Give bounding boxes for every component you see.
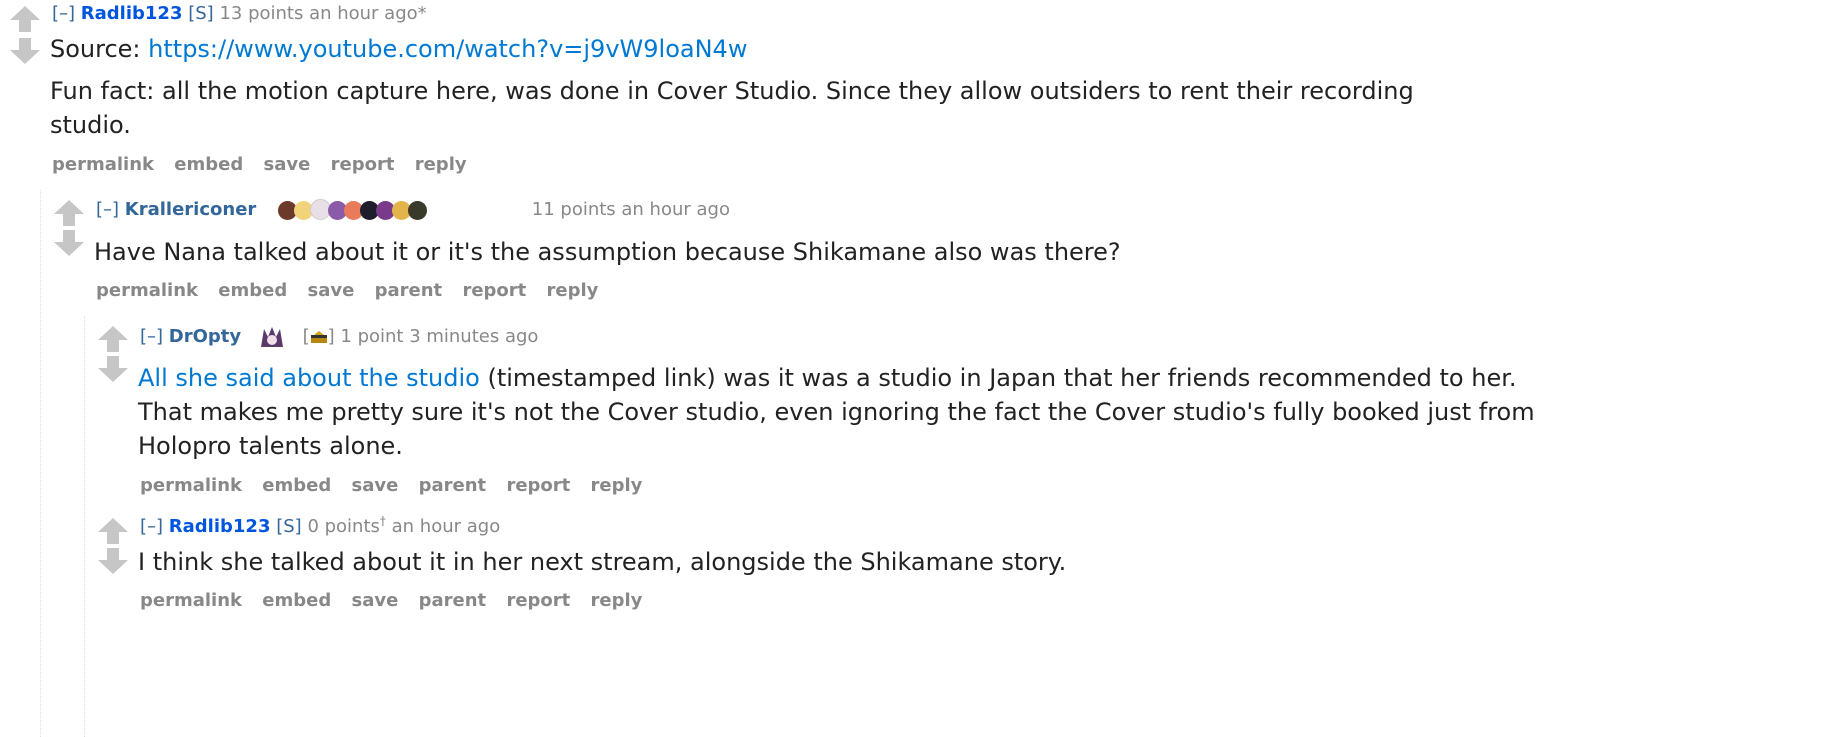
user-flair-avatar-icon	[259, 325, 285, 349]
collapse-toggle[interactable]: [–]	[96, 199, 119, 220]
comment-buttons: permalink embed save parent report reply	[140, 475, 656, 496]
parent-button[interactable]: parent	[419, 590, 487, 611]
comment-time: an hour ago	[385, 516, 501, 537]
embed-button[interactable]: embed	[174, 154, 243, 175]
comment-text: I think she talked about it in her next …	[138, 548, 1067, 576]
author-link[interactable]: Radlib123	[169, 516, 271, 537]
save-button[interactable]: save	[264, 154, 311, 175]
report-button[interactable]: report	[462, 280, 526, 301]
upvote-arrow-icon[interactable]	[98, 326, 128, 352]
comment-text: Fun fact: all the motion capture here, w…	[50, 77, 1414, 139]
comment-meta: 1 point 3 minutes ago	[340, 326, 539, 347]
upvote-arrow-icon[interactable]	[98, 518, 128, 544]
embed-button[interactable]: embed	[262, 475, 331, 496]
save-button[interactable]: save	[308, 280, 355, 301]
submitter-badge[interactable]: [S]	[188, 3, 213, 24]
downvote-arrow-icon[interactable]	[98, 356, 128, 382]
source-line: Source: https://www.youtube.com/watch?v=…	[50, 32, 1470, 66]
parent-button[interactable]: parent	[375, 280, 443, 301]
source-link[interactable]: https://www.youtube.com/watch?v=j9vW9loa…	[148, 35, 747, 63]
source-label: Source:	[50, 35, 149, 63]
comment-buttons: permalink embed save parent report reply	[140, 590, 656, 611]
controversial-dagger: †	[379, 514, 386, 528]
flair-bracket: [	[302, 326, 310, 347]
timestamped-link[interactable]: All she said about the studio	[138, 364, 480, 392]
collapse-toggle[interactable]: [–]	[52, 3, 75, 24]
flair-avatar-icon	[408, 201, 428, 220]
permalink-button[interactable]: permalink	[140, 590, 242, 611]
permalink-button[interactable]: permalink	[140, 475, 242, 496]
comment-buttons: permalink embed save parent report reply	[96, 280, 612, 301]
author-link[interactable]: Radlib123	[81, 3, 183, 24]
author-link[interactable]: Krallericoner	[125, 199, 257, 220]
comment-text: Have Nana talked about it or it's the as…	[94, 238, 1121, 266]
comment-buttons: permalink embed save report reply	[52, 154, 481, 175]
author-link[interactable]: DrOpty	[169, 326, 241, 347]
comment-meta: 11 points an hour ago	[531, 199, 730, 220]
reply-button[interactable]: reply	[591, 475, 643, 496]
comment-tagline: [–] Radlib123 [S] 13 points an hour ago*	[52, 3, 427, 24]
comment-meta: 13 points an hour ago*	[219, 3, 427, 24]
comment-tagline: [–] Radlib123 [S] 0 points† an hour ago	[140, 514, 501, 537]
comment-tagline: [–] Krallericoner 11 points an hour ago	[96, 199, 730, 221]
thread-guide-line	[40, 190, 41, 737]
embed-button[interactable]: embed	[262, 590, 331, 611]
collapse-toggle[interactable]: [–]	[140, 326, 163, 347]
save-button[interactable]: save	[352, 475, 399, 496]
comment-body: Source: https://www.youtube.com/watch?v=…	[50, 32, 1470, 142]
avatar-icon	[260, 327, 283, 347]
reply-button[interactable]: reply	[591, 590, 643, 611]
comment-points: 0 points	[307, 516, 380, 537]
upvote-arrow-icon[interactable]	[54, 200, 84, 226]
permalink-button[interactable]: permalink	[52, 154, 154, 175]
save-button[interactable]: save	[352, 590, 399, 611]
submitter-badge[interactable]: [S]	[276, 516, 301, 537]
downvote-arrow-icon[interactable]	[54, 230, 84, 256]
downvote-arrow-icon[interactable]	[10, 38, 40, 64]
comment-body: Have Nana talked about it or it's the as…	[94, 235, 1794, 269]
parent-button[interactable]: parent	[419, 475, 487, 496]
reply-button[interactable]: reply	[415, 154, 467, 175]
permalink-button[interactable]: permalink	[96, 280, 198, 301]
downvote-arrow-icon[interactable]	[98, 548, 128, 574]
collapse-toggle[interactable]: [–]	[140, 516, 163, 537]
report-button[interactable]: report	[331, 154, 395, 175]
user-flair-icons	[278, 199, 508, 221]
reply-button[interactable]: reply	[547, 280, 599, 301]
comment-body: All she said about the studio (timestamp…	[138, 361, 1558, 463]
report-button[interactable]: report	[506, 475, 570, 496]
thread-guide-line	[84, 316, 85, 737]
upvote-arrow-icon[interactable]	[10, 6, 40, 32]
embed-button[interactable]: embed	[218, 280, 287, 301]
comment-tagline: [–] DrOpty [] 1 point 3 minutes ago	[140, 325, 538, 349]
report-button[interactable]: report	[506, 590, 570, 611]
cake-icon	[310, 331, 327, 343]
flair-bracket: ]	[327, 326, 335, 347]
comment-body: I think she talked about it in her next …	[138, 545, 1838, 579]
